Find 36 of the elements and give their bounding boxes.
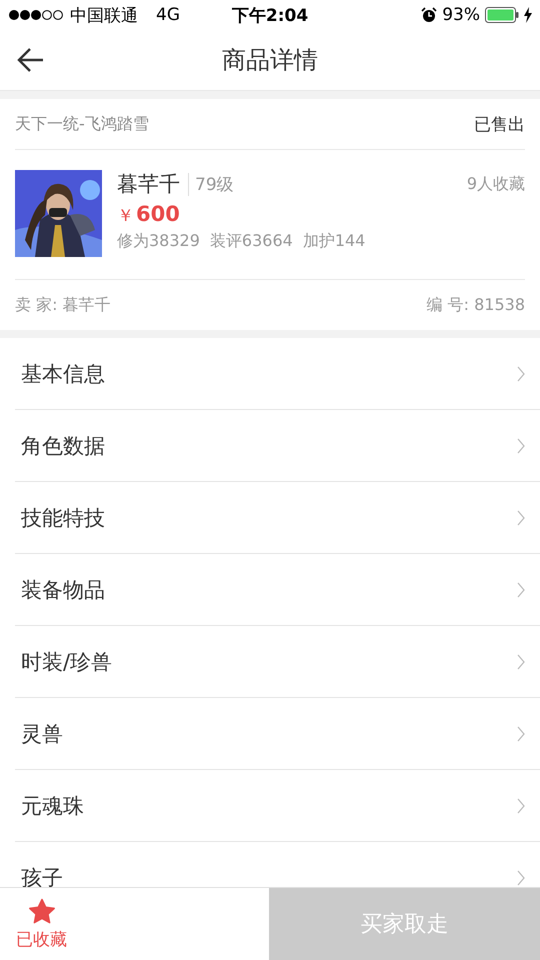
server-name: 天下一统-飞鸿踏雪 [15, 114, 149, 134]
menu-item[interactable]: 元魂珠 [15, 770, 540, 842]
stat-text: 装评63664 [210, 231, 293, 252]
page-title: 商品详情 [222, 45, 318, 76]
charging-icon [524, 7, 532, 23]
star-icon [28, 898, 56, 924]
chevron-icon [517, 654, 525, 670]
signal-icon [8, 9, 64, 21]
battery-icon [485, 7, 520, 23]
chevron-icon [517, 870, 525, 886]
chevron-icon [517, 726, 525, 742]
favorite-count: 9人收藏 [466, 174, 525, 194]
price: ￥600 [117, 202, 181, 227]
battery-percent: 93% [442, 5, 480, 25]
chevron-icon [517, 438, 525, 454]
menu-item[interactable]: 灵兽 [15, 698, 540, 770]
stat-text: 加护144 [302, 231, 366, 252]
character-level: 79级 [188, 172, 234, 196]
menu-item[interactable]: 基本信息 [15, 338, 540, 410]
item-number: 编 号: 81538 [426, 294, 525, 316]
carrier-name: 中国联通 [70, 4, 138, 26]
character-name: 暮芊千 [117, 171, 180, 198]
chevron-icon [517, 582, 525, 598]
alarm-clock-icon [421, 7, 438, 23]
chevron-icon [517, 366, 525, 382]
menu-item[interactable]: 角色数据 [15, 410, 540, 482]
status-time: 下午2:04 [232, 4, 308, 26]
menu-item[interactable]: 技能特技 [15, 482, 540, 554]
seller-text: 卖 家: 暮芊千 [15, 294, 111, 316]
menu-item[interactable]: 装备物品 [15, 554, 540, 626]
sale-status: 已售出 [474, 114, 525, 136]
chevron-icon [517, 510, 525, 526]
menu-item[interactable]: 时装/珍兽 [15, 626, 540, 698]
stat-text: 修为38329 [117, 231, 200, 252]
chevron-icon [517, 798, 525, 814]
network-type: 4G [156, 5, 180, 25]
